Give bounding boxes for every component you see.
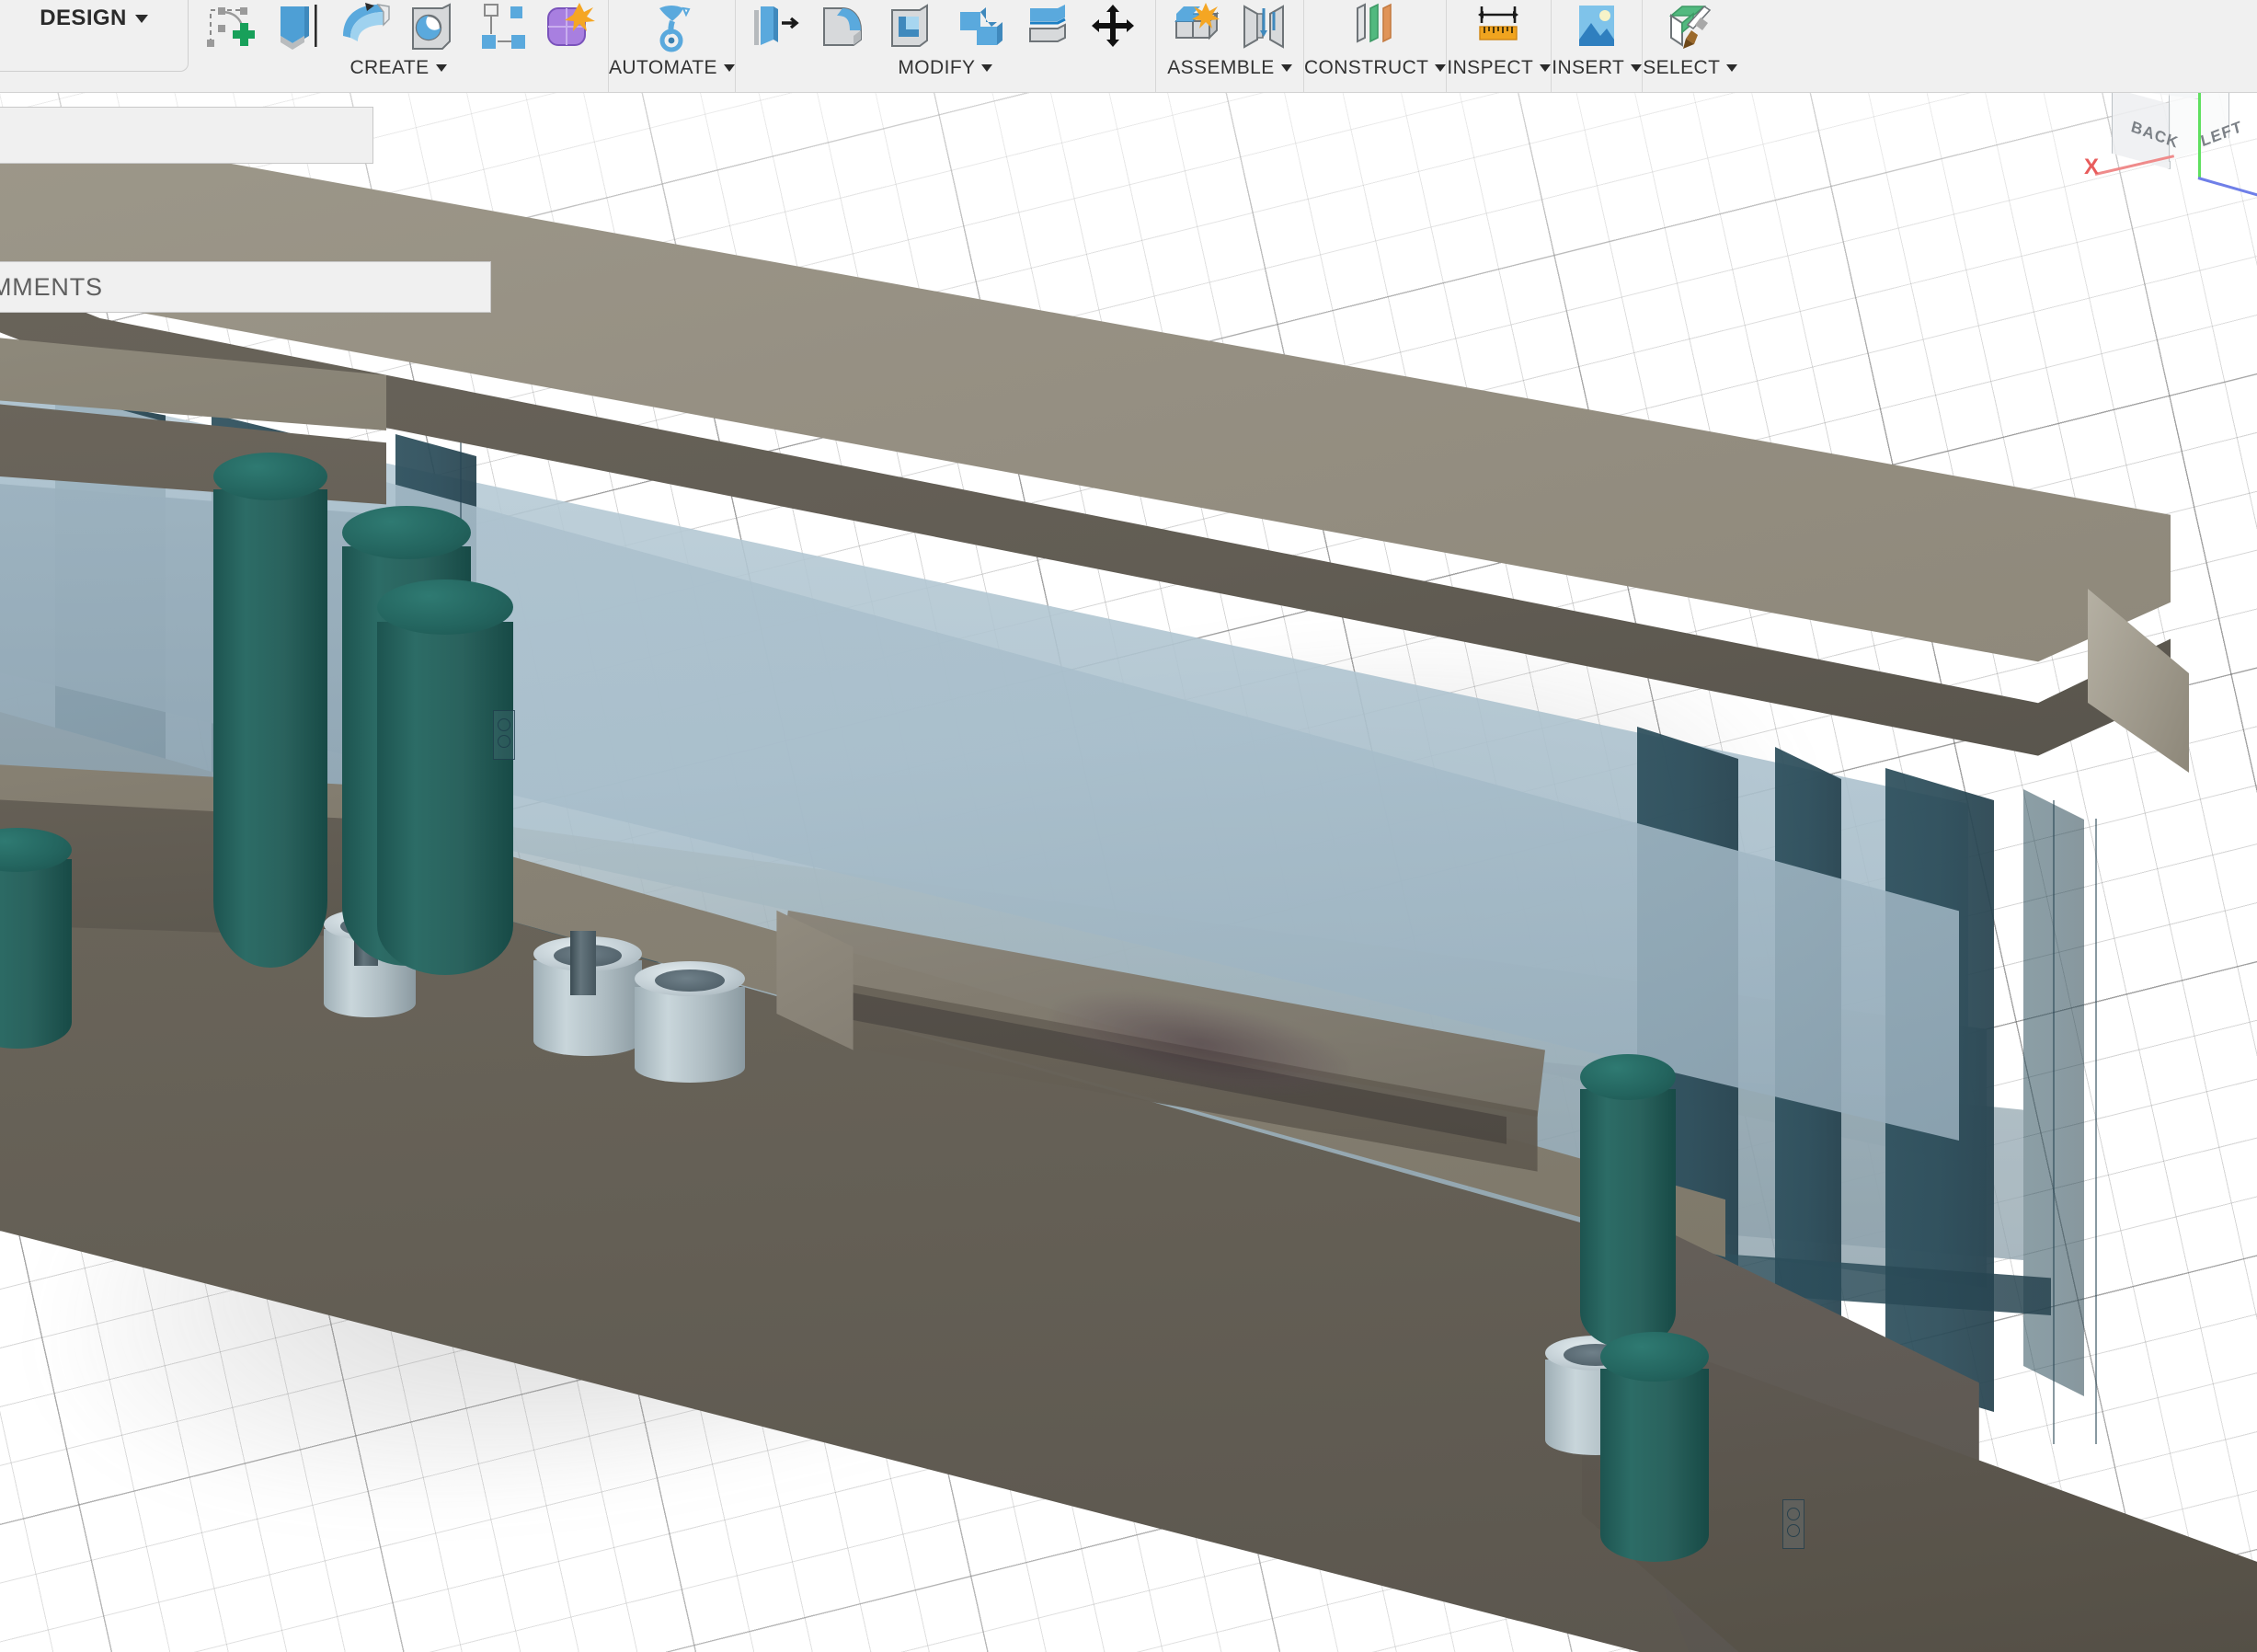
axis-z-indicator	[2197, 177, 2257, 198]
select-paint-icon[interactable]	[1656, 2, 1724, 53]
chevron-down-icon[interactable]	[723, 64, 735, 72]
toolbar-group-assemble: ASSEMBLE	[1154, 0, 1303, 92]
teal-cylinder	[377, 579, 513, 975]
toolbar-group-automate: AUTOMATE	[608, 0, 735, 92]
pattern-icon[interactable]	[466, 2, 534, 53]
teal-cylinder	[213, 453, 327, 968]
panel-detail-glyph	[493, 710, 515, 760]
chevron-down-icon[interactable]	[1540, 64, 1552, 72]
comments-panel-label: MMENTS	[0, 272, 103, 301]
axis-x-label: X	[2084, 155, 2100, 179]
toolbar-group-label-inspect: INSPECT	[1447, 57, 1534, 78]
workspace-tab-design[interactable]: DESIGN	[0, 0, 189, 72]
insert-image-icon[interactable]	[1563, 2, 1631, 53]
browser-panel-header[interactable]	[0, 107, 373, 164]
create-sketch-icon[interactable]	[194, 2, 262, 53]
generative-design-icon[interactable]	[637, 2, 705, 53]
cylinder-holder	[635, 961, 745, 1083]
toolbar-group-label-construct: CONSTRUCT	[1303, 57, 1429, 78]
workspace-tab-label: DESIGN	[40, 6, 127, 30]
toolbar-group-label-insert: INSERT	[1552, 57, 1625, 78]
teal-cylinder	[0, 828, 72, 1049]
toolbar-group-insert: INSERT	[1551, 0, 1643, 92]
toolbar-group-modify: MODIFY	[734, 0, 1155, 92]
joint-icon[interactable]	[1230, 2, 1298, 53]
comments-panel-header[interactable]: MMENTS	[0, 261, 491, 313]
toolbar-group-label-assemble: ASSEMBLE	[1167, 57, 1275, 78]
chevron-down-icon	[134, 14, 148, 23]
offset-plane-icon[interactable]	[1341, 2, 1409, 53]
toolbar-group-inspect: INSPECT	[1446, 0, 1552, 92]
combine-icon[interactable]	[945, 2, 1014, 53]
press-pull-icon[interactable]	[741, 2, 809, 53]
create-form-icon[interactable]	[534, 2, 602, 53]
cylinder-shaft	[570, 931, 596, 995]
chevron-down-icon[interactable]	[1435, 64, 1447, 72]
measure-icon[interactable]	[1465, 2, 1533, 53]
toolbar-group-create: CREATE	[189, 0, 608, 92]
hole-icon[interactable]	[398, 2, 466, 53]
new-component-icon[interactable]	[1162, 2, 1230, 53]
chevron-down-icon[interactable]	[1280, 64, 1292, 72]
toolbar-group-label-create: CREATE	[349, 57, 430, 78]
center-rail-block	[773, 892, 1545, 1196]
toolbar-group-label-modify: MODIFY	[898, 57, 976, 78]
toolbar-group-label-select: SELECT	[1643, 57, 1721, 78]
workspace-tab-zone: DESIGN	[0, 0, 189, 92]
split-face-icon[interactable]	[1014, 2, 1082, 53]
panel-detail-glyph	[1782, 1499, 1804, 1549]
shell-icon[interactable]	[877, 2, 945, 53]
extrude-icon[interactable]	[262, 2, 330, 53]
chevron-down-icon[interactable]	[981, 64, 993, 72]
revolve-icon[interactable]	[330, 2, 398, 53]
chevron-down-icon[interactable]	[1631, 64, 1643, 72]
glass-pane-seam	[2053, 800, 2055, 1444]
viewport-canvas[interactable]	[0, 92, 2257, 1652]
teal-cylinder	[1580, 1054, 1676, 1348]
chevron-down-icon[interactable]	[435, 64, 447, 72]
move-copy-icon[interactable]	[1082, 2, 1150, 53]
chevron-down-icon[interactable]	[1726, 64, 1738, 72]
main-toolbar: DESIGN CREATE AUTOMATE MODIFY ASSEMBLE C…	[0, 0, 2257, 93]
glass-pane-seam	[2095, 819, 2097, 1444]
toolbar-group-label-automate: AUTOMATE	[609, 57, 717, 78]
fillet-icon[interactable]	[809, 2, 877, 53]
toolbar-group-select: SELECT	[1642, 0, 1738, 92]
teal-cylinder	[1600, 1332, 1709, 1562]
toolbar-group-construct: CONSTRUCT	[1302, 0, 1447, 92]
